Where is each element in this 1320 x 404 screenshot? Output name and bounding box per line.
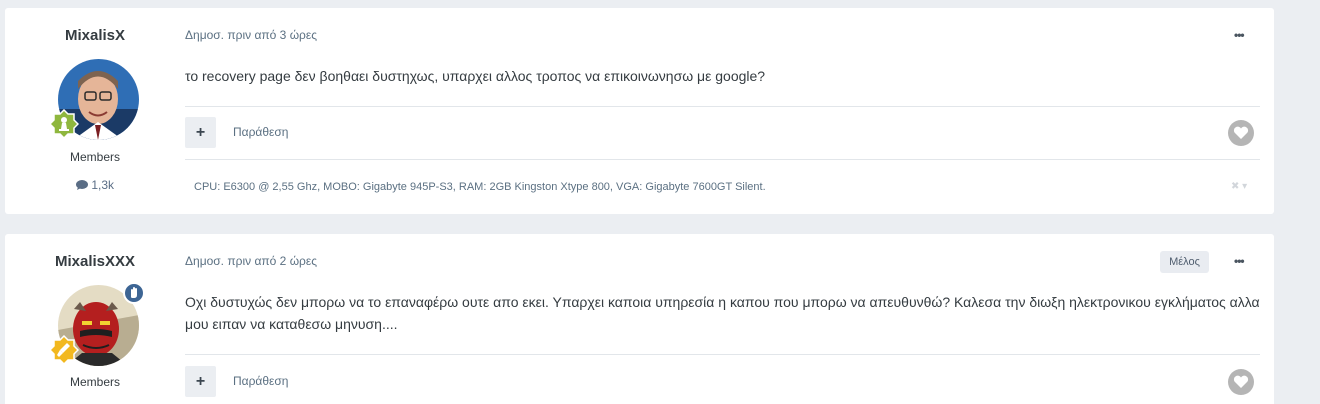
post-count-value: 1,3k [91,178,115,192]
divider [185,106,1260,107]
signature: CPU: E6300 @ 2,55 Ghz, MOBO: Gigabyte 94… [194,181,766,193]
divider [185,354,1260,355]
post-menu-button[interactable]: ••• [1234,254,1245,268]
author-name[interactable]: MixalisX [5,27,185,44]
author-group: Members [69,375,120,389]
hand-icon [131,287,137,298]
multiquote-button[interactable]: + [185,366,216,397]
post-card: MixalisX Members 1,3k Δημοσ. πριν από 3 … [5,8,1274,214]
heart-icon [1233,126,1249,139]
post-content: Οχι δυστυχώς δεν μπορω να το επαναφέρω ο… [185,294,1260,332]
like-button[interactable] [1228,120,1254,146]
signature-toggle[interactable]: ✖ ▾ [1231,181,1247,192]
post-card: MixalisXXX Members Δημοσ. πριν από 2 ώρε… [5,234,1274,404]
post-count: 1,3k [5,178,185,192]
post-time[interactable]: Δημοσ. πριν από 3 ώρες [185,28,317,42]
quote-button[interactable]: Παράθεση [233,125,288,139]
staff-badge [123,282,145,304]
author-group: Members [69,150,120,164]
rank-badge-icon [48,334,80,366]
divider [185,159,1260,160]
heart-icon [1233,375,1249,388]
multiquote-button[interactable]: + [185,117,216,148]
author-name[interactable]: MixalisXXX [5,253,185,270]
quote-button[interactable]: Παράθεση [233,374,288,388]
comment-icon [75,180,88,190]
like-button[interactable] [1228,369,1254,395]
post-content: το recovery page δεν βοηθαει δυστηχως, υ… [185,68,766,84]
post-time[interactable]: Δημοσ. πριν από 2 ώρες [185,254,317,268]
member-tag: Μέλος [1160,251,1209,273]
post-menu-button[interactable]: ••• [1234,28,1245,42]
rank-badge-icon [48,108,80,140]
